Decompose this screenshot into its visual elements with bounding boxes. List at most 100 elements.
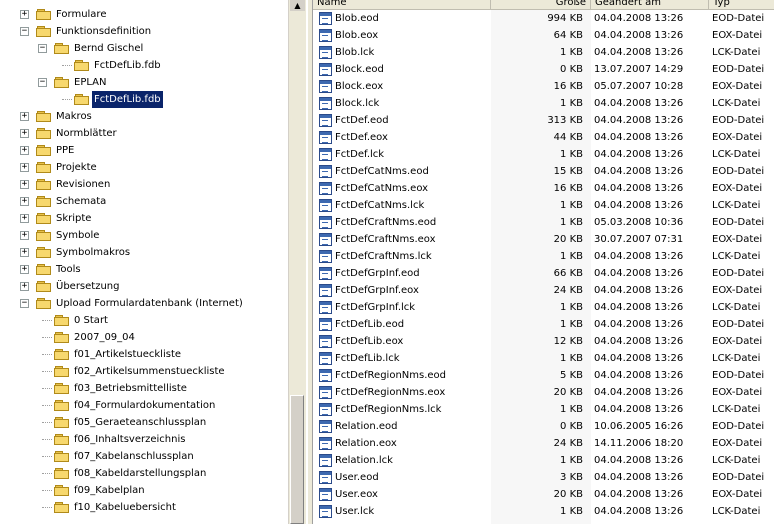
tree-item[interactable]: + Symbolmakros bbox=[0, 244, 288, 261]
file-row[interactable]: FctDefLib.lck 1 KB 04.04.2008 13:26 LCK-Dat… bbox=[313, 350, 774, 367]
tree-item-label[interactable]: FctDefLib.fdb bbox=[92, 91, 163, 108]
expand-icon[interactable]: + bbox=[20, 163, 29, 172]
tree-item-label[interactable]: Revisionen bbox=[54, 176, 112, 193]
tree-item-label[interactable]: Bernd Gischel bbox=[72, 40, 145, 57]
tree-item-label[interactable]: 2007_09_04 bbox=[72, 329, 137, 346]
column-header-name[interactable]: Name bbox=[313, 0, 491, 9]
tree-item[interactable]: FctDefLib.fdb bbox=[0, 57, 288, 74]
column-header-modified[interactable]: Geändert am bbox=[591, 0, 709, 9]
file-row[interactable]: FctDefCraftNms.eox 20 KB 30.07.2007 07:31 E… bbox=[313, 231, 774, 248]
tree-item-label[interactable]: Symbole bbox=[54, 227, 101, 244]
file-row[interactable]: FctDefCatNms.lck 1 KB 04.04.2008 13:26 LCK-… bbox=[313, 197, 774, 214]
collapse-icon[interactable]: − bbox=[20, 299, 29, 308]
folder-tree-pane[interactable]: + Formulare − Funktionsdefinition − Bernd Gis… bbox=[0, 0, 307, 524]
file-row[interactable]: Blob.eox 64 KB 04.04.2008 13:26 EOX-Datei bbox=[313, 27, 774, 44]
expand-icon[interactable]: + bbox=[20, 10, 29, 19]
tree-item[interactable]: f07_Kabelanschlussplan bbox=[0, 448, 288, 465]
tree-item-label[interactable]: EPLAN bbox=[72, 74, 108, 91]
file-row[interactable]: FctDef.lck 1 KB 04.04.2008 13:26 LCK-Datei bbox=[313, 146, 774, 163]
tree-item-label[interactable]: Formulare bbox=[54, 6, 108, 23]
expand-icon[interactable]: + bbox=[20, 146, 29, 155]
tree-item-label[interactable]: Übersetzung bbox=[54, 278, 122, 295]
file-row[interactable]: FctDefGrpInf.eod 66 KB 04.04.2008 13:26 EOD… bbox=[313, 265, 774, 282]
tree-item[interactable]: − Bernd Gischel bbox=[0, 40, 288, 57]
tree-item[interactable]: f03_Betriebsmittelliste bbox=[0, 380, 288, 397]
tree-item[interactable]: + Normblätter bbox=[0, 125, 288, 142]
tree-item[interactable]: f06_Inhaltsverzeichnis bbox=[0, 431, 288, 448]
expand-icon[interactable]: + bbox=[20, 214, 29, 223]
file-row[interactable]: Block.eox 16 KB 05.07.2007 10:28 EOX-Datei bbox=[313, 78, 774, 95]
column-header-type[interactable]: Typ bbox=[709, 0, 774, 9]
tree-item-label[interactable]: Symbolmakros bbox=[54, 244, 132, 261]
tree-item-label[interactable]: Upload Formulardatenbank (Internet) bbox=[54, 295, 245, 312]
collapse-icon[interactable]: − bbox=[38, 78, 47, 87]
file-row[interactable]: Relation.lck 1 KB 04.04.2008 13:26 LCK-Date… bbox=[313, 452, 774, 469]
file-row[interactable]: User.lck 1 KB 04.04.2008 13:26 LCK-Datei bbox=[313, 503, 774, 520]
tree-item[interactable]: + Symbole bbox=[0, 227, 288, 244]
file-row[interactable]: FctDefLib.eod 1 KB 04.04.2008 13:26 EOD-Dat… bbox=[313, 316, 774, 333]
tree-item[interactable]: f09_Kabelplan bbox=[0, 482, 288, 499]
file-row[interactable]: Relation.eox 24 KB 14.11.2006 18:20 EOX-Dat… bbox=[313, 435, 774, 452]
tree-item-label[interactable]: PPE bbox=[54, 142, 76, 159]
file-row[interactable]: FctDefLib.eox 12 KB 04.04.2008 13:26 EOX-Da… bbox=[313, 333, 774, 350]
tree-item[interactable]: + Übersetzung bbox=[0, 278, 288, 295]
file-row[interactable]: Block.lck 1 KB 04.04.2008 13:26 LCK-Datei bbox=[313, 95, 774, 112]
collapse-icon[interactable]: − bbox=[20, 27, 29, 36]
tree-item-label[interactable]: f09_Kabelplan bbox=[72, 482, 147, 499]
file-row[interactable]: Block.eod 0 KB 13.07.2007 14:29 EOD-Datei bbox=[313, 61, 774, 78]
file-row[interactable]: FctDefCraftNms.eod 1 KB 05.03.2008 10:36 EO… bbox=[313, 214, 774, 231]
tree-item[interactable]: + Tools bbox=[0, 261, 288, 278]
tree-item-label[interactable]: Funktionsdefinition bbox=[54, 23, 153, 40]
tree-item[interactable]: + Schemata bbox=[0, 193, 288, 210]
file-row[interactable]: Blob.lck 1 KB 04.04.2008 13:26 LCK-Datei bbox=[313, 44, 774, 61]
file-row[interactable]: User.eod 3 KB 04.04.2008 13:26 EOD-Datei bbox=[313, 469, 774, 486]
tree-item-label[interactable]: Skripte bbox=[54, 210, 93, 227]
tree-item[interactable]: + Formulare bbox=[0, 6, 288, 23]
tree-item-label[interactable]: Projekte bbox=[54, 159, 99, 176]
column-header-size[interactable]: Größe bbox=[491, 0, 591, 9]
tree-item[interactable]: f02_Artikelsummenstueckliste bbox=[0, 363, 288, 380]
expand-icon[interactable]: + bbox=[20, 180, 29, 189]
tree-item[interactable]: f04_Formulardokumentation bbox=[0, 397, 288, 414]
tree-item[interactable]: f05_Geraeteanschlussplan bbox=[0, 414, 288, 431]
tree-vertical-scrollbar[interactable]: ▲ bbox=[288, 0, 306, 524]
expand-icon[interactable]: + bbox=[20, 265, 29, 274]
tree-item[interactable]: f01_Artikelstueckliste bbox=[0, 346, 288, 363]
file-row[interactable]: FctDefRegionNms.lck 1 KB 04.04.2008 13:26 L… bbox=[313, 401, 774, 418]
expand-icon[interactable]: + bbox=[20, 197, 29, 206]
file-row[interactable]: Relation.eod 0 KB 10.06.2005 16:26 EOD-Date… bbox=[313, 418, 774, 435]
tree-item[interactable]: − EPLAN bbox=[0, 74, 288, 91]
file-row[interactable]: FctDefCatNms.eod 15 KB 04.04.2008 13:26 EOD… bbox=[313, 163, 774, 180]
tree-item-label[interactable]: f10_Kabeluebersicht bbox=[72, 499, 178, 516]
expand-icon[interactable]: + bbox=[20, 129, 29, 138]
tree-item-label[interactable]: f02_Artikelsummenstueckliste bbox=[72, 363, 227, 380]
tree-item-label[interactable]: f04_Formulardokumentation bbox=[72, 397, 217, 414]
tree-item-label[interactable]: FctDefLib.fdb bbox=[92, 57, 163, 74]
tree-item-label[interactable]: Tools bbox=[54, 261, 83, 278]
tree-item[interactable]: − Funktionsdefinition bbox=[0, 23, 288, 40]
scroll-up-arrow-icon[interactable]: ▲ bbox=[290, 0, 305, 11]
tree-item[interactable]: + Skripte bbox=[0, 210, 288, 227]
tree-item[interactable]: FctDefLib.fdb bbox=[0, 91, 288, 108]
tree-item-label[interactable]: f08_Kabeldarstellungsplan bbox=[72, 465, 208, 482]
file-row[interactable]: FctDef.eox 44 KB 04.04.2008 13:26 EOX-Datei bbox=[313, 129, 774, 146]
expand-icon[interactable]: + bbox=[20, 248, 29, 257]
tree-item-label[interactable]: f05_Geraeteanschlussplan bbox=[72, 414, 208, 431]
tree-item-label[interactable]: 0 Start bbox=[72, 312, 110, 329]
tree-item[interactable]: 0 Start bbox=[0, 312, 288, 329]
tree-item-label[interactable]: f07_Kabelanschlussplan bbox=[72, 448, 196, 465]
tree-item[interactable]: + Projekte bbox=[0, 159, 288, 176]
file-row[interactable]: FctDef.eod 313 KB 04.04.2008 13:26 EOD-Date… bbox=[313, 112, 774, 129]
tree-item-label[interactable]: Makros bbox=[54, 108, 94, 125]
file-row[interactable]: FctDefRegionNms.eod 5 KB 04.04.2008 13:26 E… bbox=[313, 367, 774, 384]
file-row[interactable]: Blob.eod 994 KB 04.04.2008 13:26 EOD-Datei bbox=[313, 10, 774, 27]
file-row[interactable]: FctDefCatNms.eox 16 KB 04.04.2008 13:26 EOX… bbox=[313, 180, 774, 197]
tree-item-label[interactable]: f03_Betriebsmittelliste bbox=[72, 380, 189, 397]
collapse-icon[interactable]: − bbox=[38, 44, 47, 53]
expand-icon[interactable]: + bbox=[20, 231, 29, 240]
file-row[interactable]: FctDefCraftNms.lck 1 KB 04.04.2008 13:26 LC… bbox=[313, 248, 774, 265]
tree-item[interactable]: f10_Kabeluebersicht bbox=[0, 499, 288, 516]
tree-item-label[interactable]: Normblätter bbox=[54, 125, 119, 142]
tree-item[interactable]: + PPE bbox=[0, 142, 288, 159]
tree-item[interactable]: + Revisionen bbox=[0, 176, 288, 193]
